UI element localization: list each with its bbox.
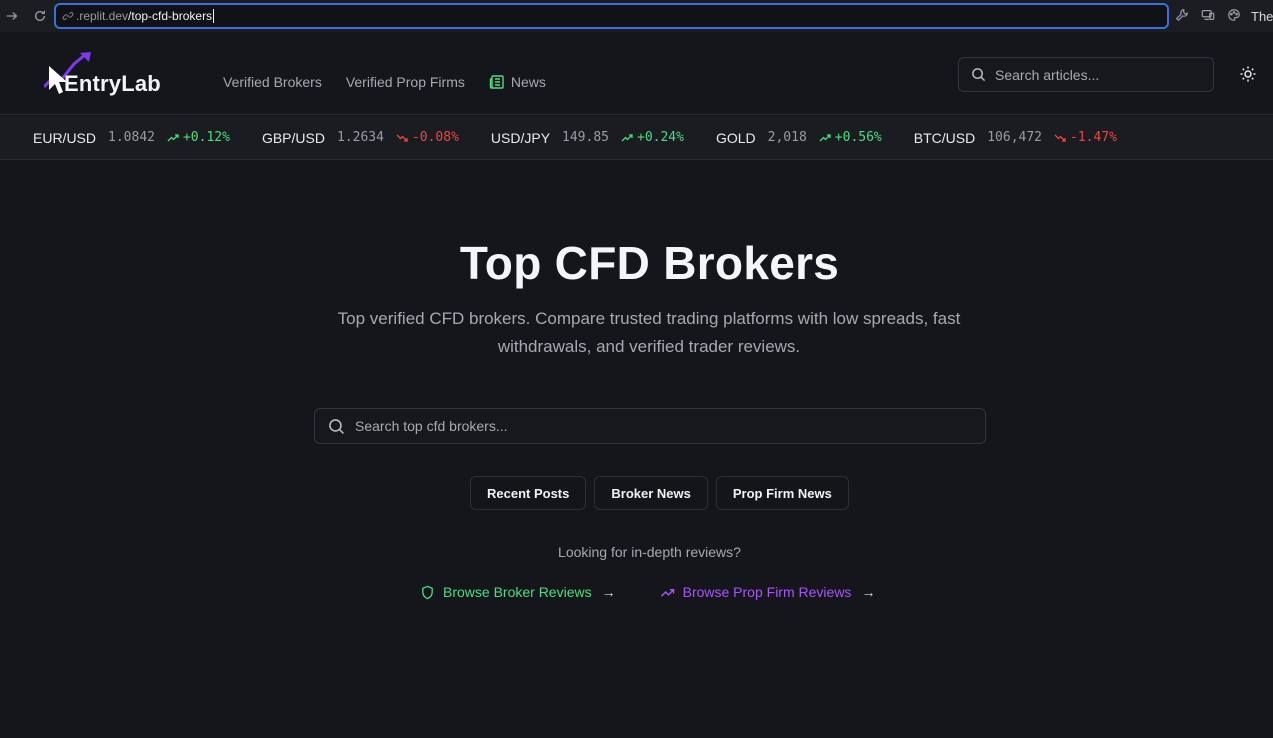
ticker-symbol: EUR/USD bbox=[33, 129, 97, 146]
browse-broker-reviews-label: Browse Broker Reviews bbox=[443, 584, 592, 600]
trending-up-icon bbox=[819, 132, 835, 144]
page-subtitle: Top verified CFD brokers. Compare truste… bbox=[337, 309, 961, 356]
ticker-item: GBP/USD 1.2634 -0.08% bbox=[262, 130, 459, 146]
ticker-symbol: GBP/USD bbox=[261, 129, 325, 146]
search-icon bbox=[971, 67, 986, 82]
header-search-input[interactable] bbox=[995, 66, 1195, 83]
ticker-change: +0.12% bbox=[167, 130, 230, 145]
ticker-price: 2,018 bbox=[767, 130, 807, 145]
ticker-change: +0.56% bbox=[819, 130, 882, 145]
trending-up-icon bbox=[660, 585, 675, 600]
sun-icon[interactable] bbox=[1239, 65, 1257, 83]
browser-toolbar: .replit.dev/top-cfd-brokers The bbox=[0, 0, 1273, 32]
ticker-item: GOLD 2,018 +0.56% bbox=[716, 130, 882, 146]
recent-posts-button[interactable]: Recent Posts bbox=[470, 476, 587, 510]
broker-search[interactable] bbox=[314, 408, 986, 444]
search-icon bbox=[328, 418, 345, 435]
reload-icon[interactable] bbox=[32, 8, 48, 24]
ticker-change: -0.08% bbox=[396, 130, 459, 145]
ticker-price: 106,472 bbox=[987, 130, 1043, 145]
main-nav: Verified Brokers Verified Prop Firms New… bbox=[223, 74, 570, 90]
url-path: /top-cfd-brokers bbox=[128, 9, 213, 23]
address-bar[interactable]: .replit.dev/top-cfd-brokers bbox=[54, 3, 1169, 29]
trending-up-icon bbox=[621, 132, 637, 144]
ticker-symbol: BTC/USD bbox=[913, 129, 976, 146]
arrow-right-icon: → bbox=[601, 584, 616, 600]
arrow-right-icon: → bbox=[861, 584, 876, 600]
market-ticker: EUR/USD 1.0842 +0.12% GBP/USD 1.2634 -0.08% US… bbox=[0, 116, 1273, 160]
browse-prop-firm-reviews-link[interactable]: Browse Prop Firm Reviews → bbox=[660, 584, 876, 600]
ticker-change-value: +0.12% bbox=[182, 130, 230, 145]
ticker-change-value: -1.47% bbox=[1070, 130, 1117, 145]
review-links: Browse Broker Reviews → Browse Prop Firm… bbox=[420, 584, 875, 600]
ticker-item: EUR/USD 1.0842 +0.12% bbox=[33, 130, 230, 146]
nav-news-label: News bbox=[510, 74, 546, 90]
ticker-price: 1.2634 bbox=[336, 130, 384, 145]
logo-text: EntryLab bbox=[64, 71, 161, 96]
trending-up-icon bbox=[167, 132, 183, 144]
shield-icon bbox=[420, 585, 435, 600]
ticker-item: USD/JPY 149.85 +0.24% bbox=[491, 130, 684, 146]
ticker-change-value: -0.08% bbox=[411, 130, 459, 145]
text-caret bbox=[213, 9, 215, 23]
ticker-symbol: USD/JPY bbox=[490, 129, 551, 146]
devices-icon[interactable] bbox=[1201, 8, 1217, 24]
ticker-change: +0.24% bbox=[621, 130, 684, 145]
ticker-symbol: GOLD bbox=[715, 129, 756, 146]
ticker-change-value: +0.56% bbox=[834, 130, 882, 145]
truncated-tab-title[interactable]: The bbox=[1251, 9, 1273, 24]
trending-down-icon bbox=[396, 132, 412, 144]
site-header: EntryLab Verified Brokers Verified Prop … bbox=[0, 32, 1273, 115]
palette-icon[interactable] bbox=[1227, 8, 1243, 24]
page-title: Top CFD Brokers bbox=[459, 237, 840, 289]
ticker-price: 149.85 bbox=[562, 130, 609, 145]
newspaper-icon bbox=[489, 74, 505, 90]
prop-firm-news-button[interactable]: Prop Firm News bbox=[715, 476, 849, 510]
nav-verified-prop-firms[interactable]: Verified Prop Firms bbox=[346, 74, 465, 90]
ticker-price: 1.0842 bbox=[108, 130, 155, 145]
forward-arrow-icon[interactable] bbox=[4, 8, 20, 24]
browse-broker-reviews-link[interactable]: Browse Broker Reviews → bbox=[420, 584, 616, 600]
browser-tools: The bbox=[1165, 8, 1273, 24]
header-search[interactable] bbox=[958, 57, 1214, 92]
reviews-prompt: Looking for in-depth reviews? bbox=[558, 544, 741, 560]
trending-down-icon bbox=[1054, 132, 1070, 144]
broker-search-input[interactable] bbox=[355, 418, 955, 434]
link-icon bbox=[62, 10, 74, 22]
nav-verified-brokers[interactable]: Verified Brokers bbox=[223, 74, 322, 90]
filter-buttons: Recent Posts Broker News Prop Firm News bbox=[470, 476, 857, 510]
ticker-change-value: +0.24% bbox=[637, 130, 684, 145]
nav-news[interactable]: News bbox=[489, 74, 546, 90]
entrylab-logo[interactable]: EntryLab bbox=[44, 50, 184, 98]
ticker-change: -1.47% bbox=[1054, 130, 1117, 145]
broker-news-button[interactable]: Broker News bbox=[594, 476, 708, 510]
url-domain: .replit.dev bbox=[76, 9, 129, 23]
ticker-item: BTC/USD 106,472 -1.47% bbox=[914, 130, 1117, 146]
wrench-icon[interactable] bbox=[1175, 8, 1191, 24]
browse-prop-firm-reviews-label: Browse Prop Firm Reviews bbox=[682, 584, 852, 600]
